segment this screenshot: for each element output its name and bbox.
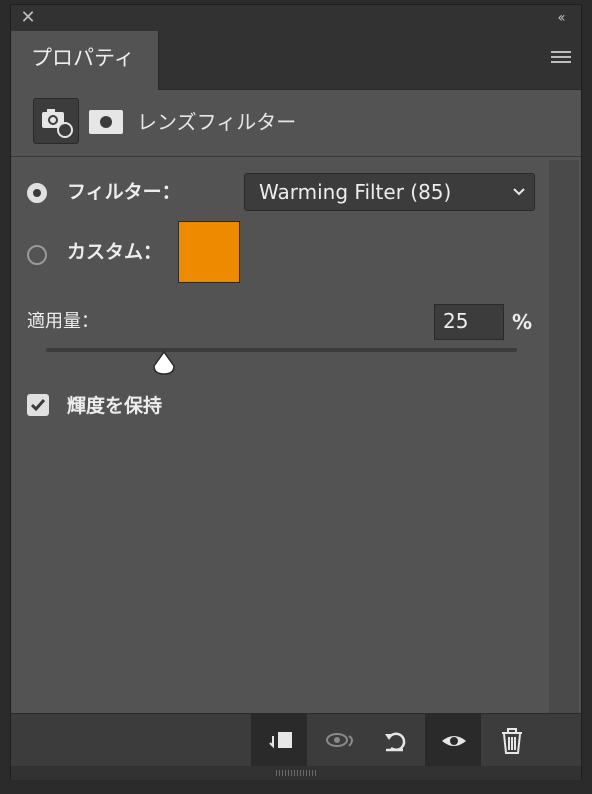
- density-slider-track[interactable]: [46, 348, 517, 352]
- filter-select-value: Warming Filter (85): [259, 180, 452, 204]
- panel-footer: [11, 713, 581, 766]
- panel-content: レンズフィルター フィルター： Warming Filter (85) カスタム…: [11, 90, 581, 713]
- radio-custom[interactable]: [27, 245, 47, 265]
- adjustment-header: レンズフィルター: [11, 90, 581, 157]
- density-slider-thumb[interactable]: [151, 350, 177, 376]
- close-icon[interactable]: ✕: [19, 9, 37, 27]
- delete-icon: [502, 728, 522, 754]
- panel-top-bar: ✕ ‹‹: [11, 5, 581, 31]
- toggle-visibility-icon: [442, 736, 466, 746]
- panel-bottom-strip: [11, 766, 581, 780]
- reset-icon: [385, 732, 406, 752]
- radio-filter-label: フィルター：: [67, 181, 181, 203]
- density-input[interactable]: 25: [434, 304, 504, 340]
- chevron-down-icon: [513, 188, 525, 196]
- preserve-luminosity-checkbox[interactable]: [27, 394, 49, 416]
- collapse-icon[interactable]: ‹‹: [549, 8, 571, 28]
- density-unit: %: [512, 310, 533, 334]
- mask-icon[interactable]: [89, 110, 123, 134]
- clip-to-layer-button[interactable]: [251, 714, 307, 766]
- view-previous-state-icon: [326, 733, 353, 747]
- reset-button[interactable]: [367, 714, 423, 766]
- tab-row: プロパティ: [11, 31, 581, 90]
- custom-color-swatch[interactable]: [178, 221, 240, 283]
- density-label: 適用量：: [27, 311, 99, 332]
- preserve-luminosity-label: 輝度を保持: [67, 395, 163, 417]
- properties-panel: ✕ ‹‹ プロパティ レンズフィルター フィルター： Warming Filte…: [10, 4, 582, 780]
- tab-properties-label: プロパティ: [31, 46, 135, 70]
- tab-properties[interactable]: プロパティ: [11, 31, 159, 90]
- view-previous-state-button[interactable]: [309, 714, 365, 766]
- filter-select[interactable]: Warming Filter (85): [244, 173, 535, 211]
- adjustment-title: レンズフィルター: [137, 110, 297, 134]
- radio-custom-label: カスタム：: [67, 241, 163, 263]
- delete-button[interactable]: [483, 714, 539, 766]
- clip-to-layer-icon: [269, 732, 292, 749]
- radio-filter[interactable]: [27, 183, 47, 203]
- toggle-visibility-button[interactable]: [425, 714, 481, 766]
- adjustment-camera-icon[interactable]: [33, 98, 79, 144]
- resize-grip-icon[interactable]: [276, 770, 316, 776]
- scrollbar[interactable]: [549, 160, 579, 713]
- checkmark-icon: [30, 399, 46, 412]
- panel-menu-icon[interactable]: [551, 51, 571, 67]
